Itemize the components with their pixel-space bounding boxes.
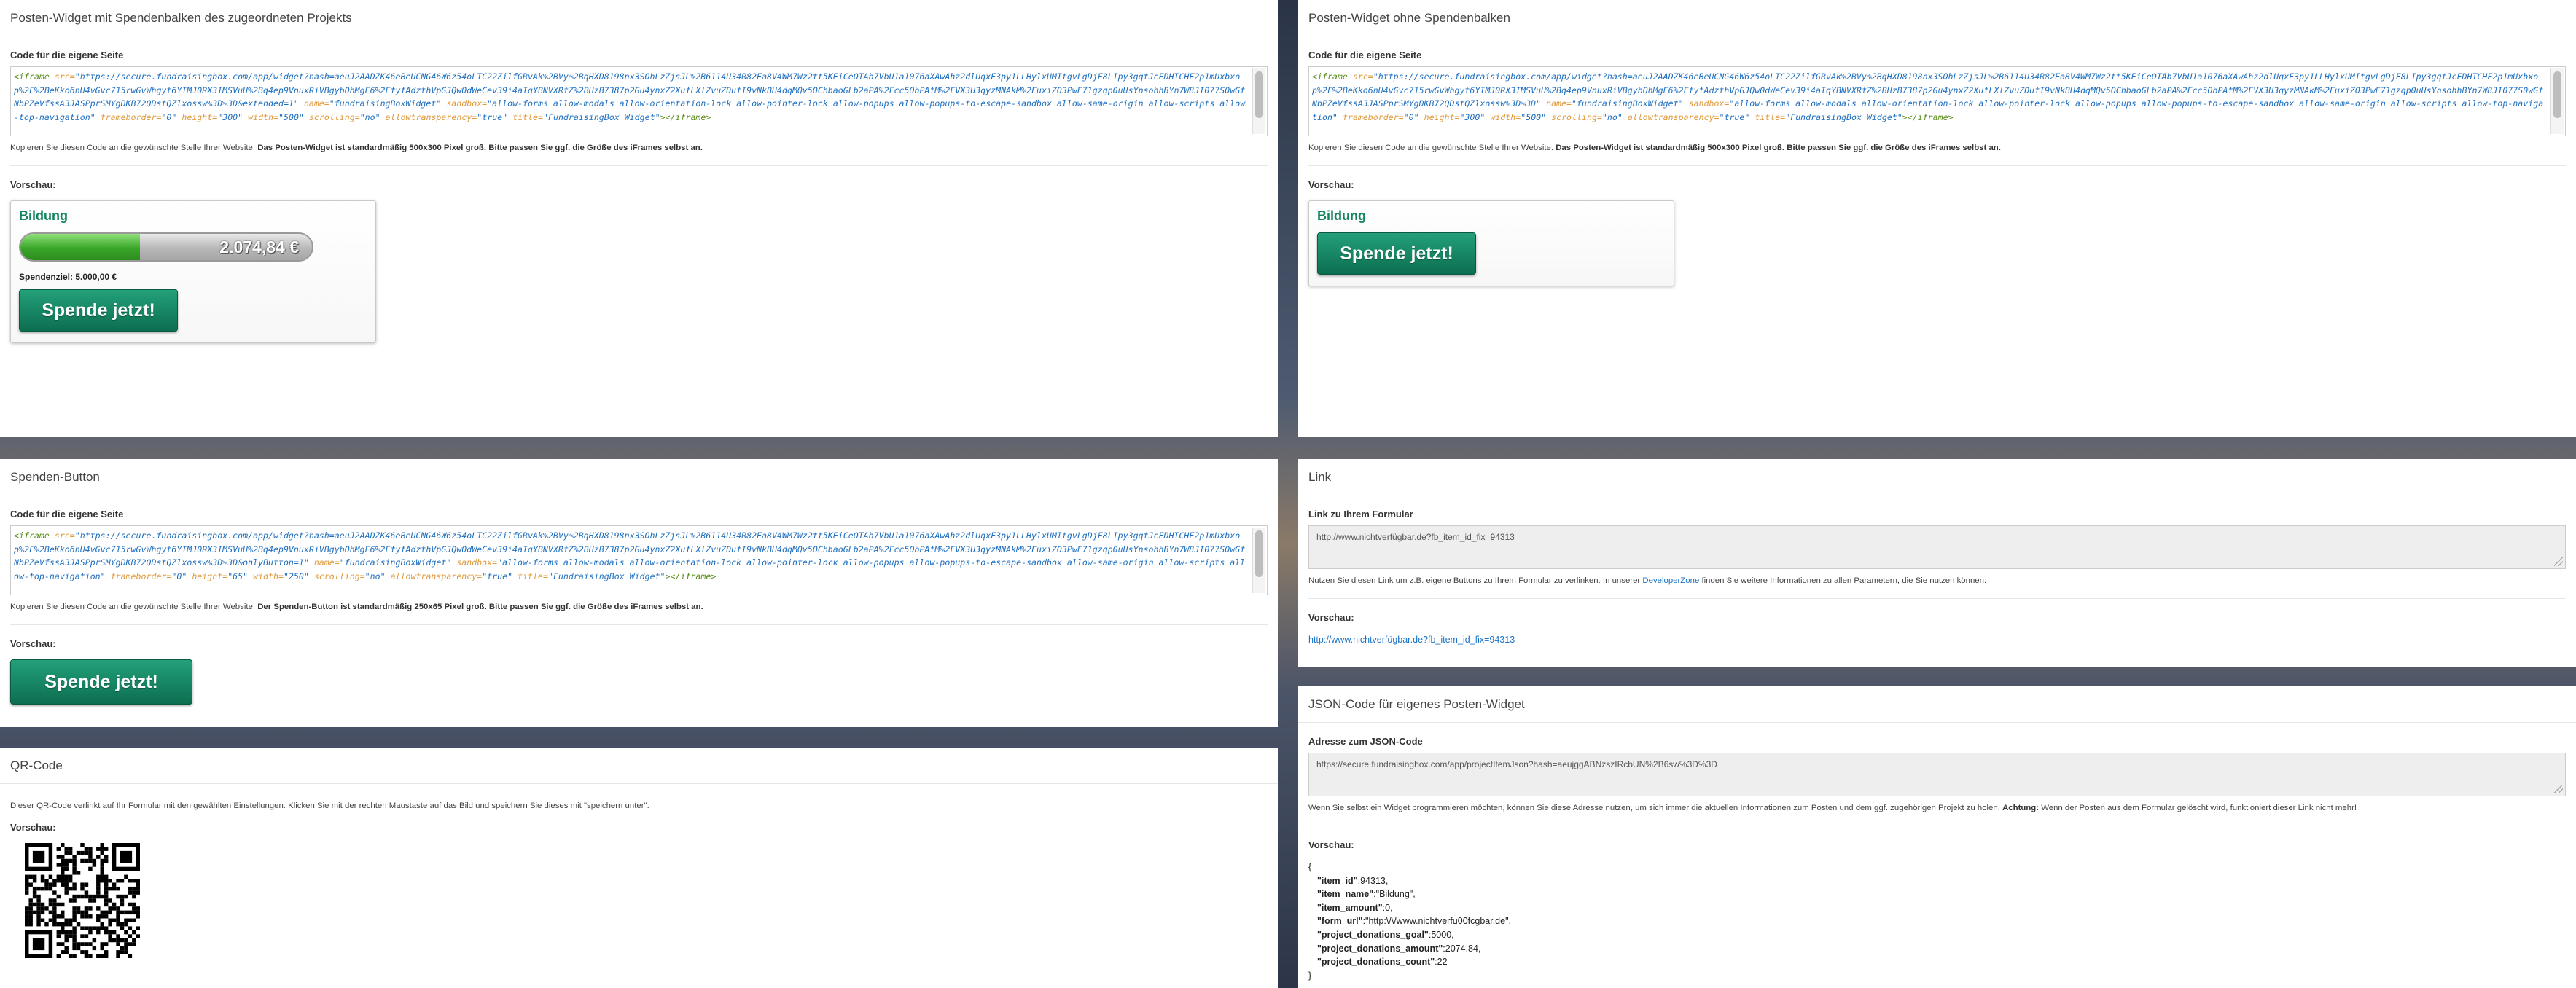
widget-preview: Bildung 2.074,84 € Spendenziel: 5.000,00… xyxy=(10,200,376,343)
json-row: "project_donations_count":22 xyxy=(1317,957,1448,968)
panel-link: Link Link zu Ihrem Formular http://www.n… xyxy=(1298,459,2576,667)
hint-text: Kopieren Sie diesen Code an die gewünsch… xyxy=(1308,144,2566,166)
panel-widget-with-bar: Posten-Widget mit Spendenbalken des zuge… xyxy=(0,0,1278,437)
widget-preview: Bildung Spende jetzt! xyxy=(1308,200,1674,286)
hint-text: Dieser QR-Code verlinkt auf Ihr Formular… xyxy=(10,801,649,810)
qr-code-image[interactable] xyxy=(25,843,140,958)
json-row: "item_name":"Bildung", xyxy=(1317,889,1416,900)
panel-title: Spenden-Button xyxy=(0,459,1278,495)
panel-title: QR-Code xyxy=(0,748,1278,784)
code-label: Code für die eigene Seite xyxy=(10,50,124,60)
form-link-field[interactable]: http://www.nichtverfügbar.de?fb_item_id_… xyxy=(1308,525,2566,569)
json-row: "form_url":"http:\/\/www.nichtverfu00fcg… xyxy=(1317,916,1511,927)
panel-title: Posten-Widget mit Spendenbalken des zuge… xyxy=(0,0,1278,36)
embed-code-textarea[interactable]: <iframe src="https://secure.fundraisingb… xyxy=(1308,66,2566,136)
code-label: Code für die eigene Seite xyxy=(1308,50,1422,60)
embed-code-textarea[interactable]: <iframe src="https://secure.fundraisingb… xyxy=(10,66,1268,136)
panel-qr-code: QR-Code Dieser QR-Code verlinkt auf Ihr … xyxy=(0,748,1278,988)
donation-goal: Spendenziel: 5.000,00 € xyxy=(19,272,117,282)
json-preview: { "item_id":94313, "item_name":"Bildung",… xyxy=(1308,860,2566,982)
widget-title: Bildung xyxy=(19,208,68,223)
resize-handle[interactable] xyxy=(2554,785,2563,793)
hint-text: Kopieren Sie diesen Code an die gewünsch… xyxy=(10,144,1268,166)
preview-label: Vorschau: xyxy=(1308,839,1354,850)
embed-code-text: <iframe src="https://secure.fundraisingb… xyxy=(14,71,1246,122)
json-url-field[interactable]: https://secure.fundraisingbox.com/app/pr… xyxy=(1308,753,2566,796)
json-url-value: https://secure.fundraisingbox.com/app/pr… xyxy=(1316,759,1717,769)
embed-code-text: <iframe src="https://secure.fundraisingb… xyxy=(1312,71,2544,122)
json-row: "item_id":94313, xyxy=(1317,875,1389,886)
resize-handle[interactable] xyxy=(2554,557,2563,566)
preview-label: Vorschau: xyxy=(1308,612,1354,623)
donate-button[interactable]: Spende jetzt! xyxy=(10,659,192,705)
json-close-brace: } xyxy=(1308,970,1312,981)
embed-code-textarea[interactable]: <iframe src="https://secure.fundraisingb… xyxy=(10,525,1268,595)
panel-title: Link xyxy=(1298,459,2576,495)
scrollbar[interactable] xyxy=(1252,528,1265,593)
panel-title: Posten-Widget ohne Spendenbalken xyxy=(1298,0,2576,36)
scrollbar[interactable] xyxy=(2550,68,2564,134)
code-label: Code für die eigene Seite xyxy=(10,509,124,520)
preview-label: Vorschau: xyxy=(10,822,56,833)
donation-progress-bar: 2.074,84 € xyxy=(19,232,313,262)
json-open-brace: { xyxy=(1308,862,1312,872)
hint-text: Kopieren Sie diesen Code an die gewünsch… xyxy=(10,603,1268,625)
hint-text: Nutzen Sie diesen Link um z.B. eigene Bu… xyxy=(1308,576,2566,599)
panel-title: JSON-Code für eigenes Posten-Widget xyxy=(1298,686,2576,723)
form-preview-link[interactable]: http://www.nichtverfügbar.de?fb_item_id_… xyxy=(1308,635,1515,645)
json-row: "item_amount":0, xyxy=(1317,902,1393,913)
donate-button[interactable]: Spende jetzt! xyxy=(1317,232,1476,275)
preview-label: Vorschau: xyxy=(10,179,56,190)
donate-button[interactable]: Spende jetzt! xyxy=(19,289,178,332)
scrollbar[interactable] xyxy=(1252,68,1265,134)
preview-label: Vorschau: xyxy=(10,638,56,649)
progress-fill xyxy=(20,234,140,260)
donation-amount: 2.074,84 € xyxy=(219,238,299,256)
hint-text: Wenn Sie selbst ein Widget programmieren… xyxy=(1308,804,2566,826)
widget-title: Bildung xyxy=(1317,208,1366,223)
field-label: Adresse zum JSON-Code xyxy=(1308,736,1423,747)
field-label: Link zu Ihrem Formular xyxy=(1308,509,1413,520)
preview-label: Vorschau: xyxy=(1308,179,1354,190)
json-row: "project_donations_goal":5000, xyxy=(1317,929,1454,940)
panel-widget-no-bar: Posten-Widget ohne Spendenbalken Code fü… xyxy=(1298,0,2576,437)
panel-json-code: JSON-Code für eigenes Posten-Widget Adre… xyxy=(1298,686,2576,988)
form-link-value: http://www.nichtverfügbar.de?fb_item_id_… xyxy=(1316,532,1515,542)
embed-code-text: <iframe src="https://secure.fundraisingb… xyxy=(14,530,1246,581)
panel-donate-button: Spenden-Button Code für die eigene Seite… xyxy=(0,459,1278,727)
developer-zone-link[interactable]: DeveloperZone xyxy=(1642,576,1699,585)
json-row: "project_donations_amount":2074.84, xyxy=(1317,943,1481,954)
